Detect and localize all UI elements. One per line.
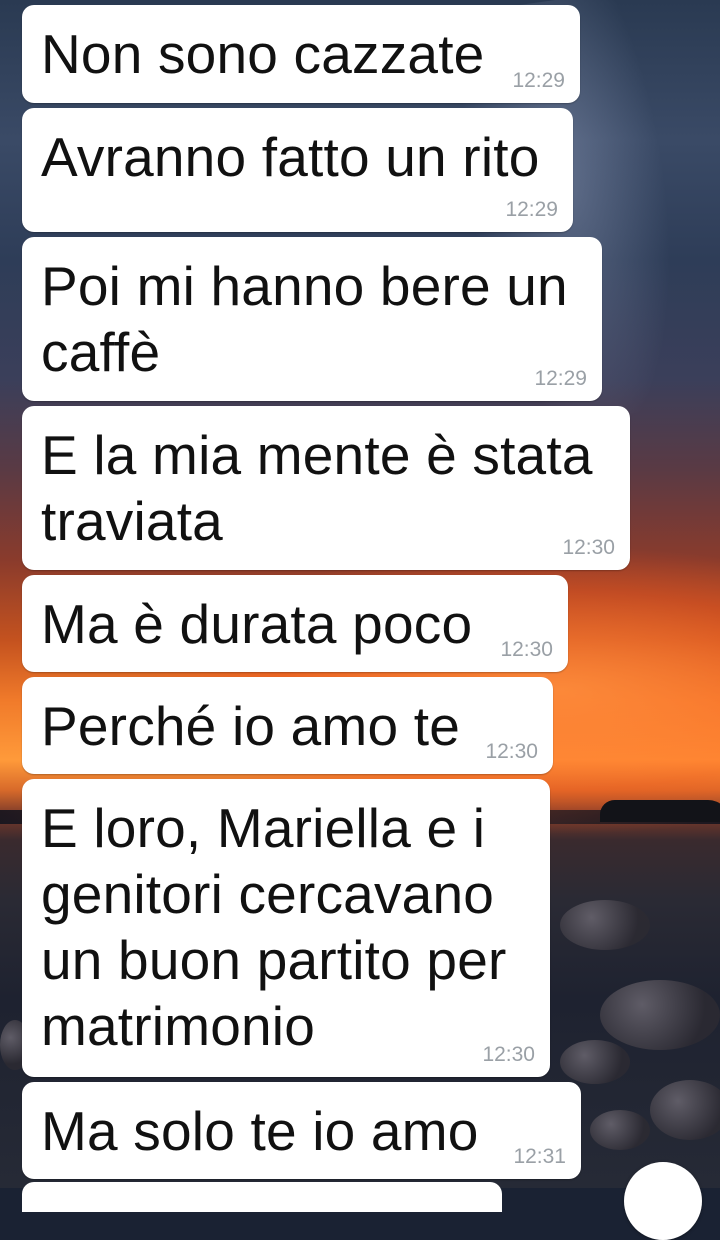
message-list[interactable]: Non sono cazzate 12:29 Avranno fatto un … bbox=[0, 0, 720, 1212]
message-bubble[interactable]: Non sono cazzate 12:29 bbox=[22, 5, 580, 103]
scroll-to-bottom-button[interactable] bbox=[624, 1162, 702, 1240]
message-bubble[interactable]: Poi mi hanno bere un caffè 12:29 bbox=[22, 237, 602, 401]
message-bubble[interactable]: Perché io amo te 12:30 bbox=[22, 677, 553, 774]
message-bubble[interactable]: Ma solo te io amo 12:31 bbox=[22, 1082, 581, 1179]
message-bubble[interactable]: E loro, Mariella e i genitori cercavano … bbox=[22, 779, 550, 1077]
message-timestamp: 12:29 bbox=[534, 367, 587, 390]
message-text: E la mia mente è stata traviata bbox=[41, 424, 593, 552]
message-bubble[interactable]: Ma è durata poco 12:30 bbox=[22, 575, 568, 672]
message-text: Ma solo te io amo bbox=[41, 1100, 479, 1162]
message-bubble[interactable]: Avranno fatto un rito 12:29 bbox=[22, 108, 573, 232]
message-timestamp: 12:30 bbox=[482, 1043, 535, 1066]
message-bubble[interactable]: E la mia mente è stata traviata 12:30 bbox=[22, 406, 630, 570]
message-timestamp: 12:31 bbox=[513, 1145, 566, 1168]
message-timestamp: 12:30 bbox=[500, 638, 553, 661]
message-text: Non sono cazzate bbox=[41, 23, 485, 85]
message-timestamp: 12:29 bbox=[505, 198, 558, 221]
message-timestamp: 12:29 bbox=[512, 69, 565, 92]
message-text: Ma è durata poco bbox=[41, 593, 473, 655]
message-text: E loro, Mariella e i genitori cercavano … bbox=[41, 797, 507, 1057]
message-timestamp: 12:30 bbox=[562, 536, 615, 559]
message-text: Avranno fatto un rito bbox=[41, 126, 540, 188]
message-text: Poi mi hanno bere un caffè bbox=[41, 255, 568, 383]
message-bubble-partial[interactable] bbox=[22, 1182, 502, 1212]
message-text: Perché io amo te bbox=[41, 695, 460, 757]
message-timestamp: 12:30 bbox=[485, 740, 538, 763]
